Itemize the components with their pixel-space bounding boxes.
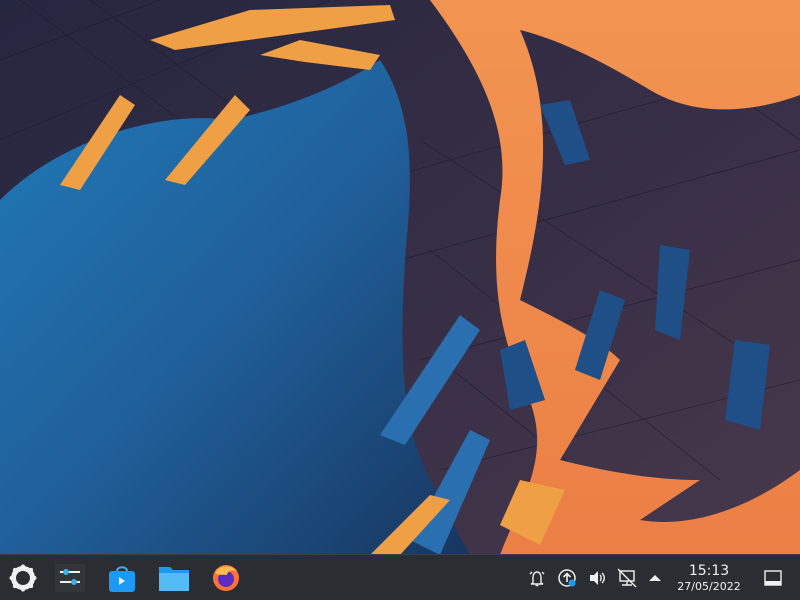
network-icon — [617, 568, 637, 588]
task-dolphin[interactable] — [154, 559, 194, 597]
system-settings-icon — [55, 564, 85, 592]
notifications-bell-icon — [529, 571, 545, 587]
digital-clock[interactable]: 15:13 27/05/2022 — [668, 559, 750, 597]
network-tray-button[interactable] — [616, 567, 638, 589]
show-desktop-button[interactable] — [760, 565, 786, 591]
dolphin-folder-icon — [159, 567, 189, 591]
volume-tray-button[interactable] — [586, 567, 608, 589]
clock-time: 15:13 — [688, 563, 730, 579]
volume-icon — [590, 571, 605, 585]
application-launcher-button[interactable] — [4, 559, 42, 597]
updates-tray-button[interactable] — [556, 567, 578, 589]
task-firefox[interactable] — [206, 559, 246, 597]
discover-store-icon — [109, 566, 135, 592]
show-desktop-icon — [764, 570, 782, 586]
task-discover[interactable] — [102, 559, 142, 597]
update-notifier-icon — [558, 569, 576, 587]
tray-expand-arrow-icon — [649, 575, 661, 581]
task-system-settings[interactable] — [50, 559, 90, 597]
tray-expand-button[interactable] — [646, 569, 664, 587]
clock-date: 27/05/2022 — [677, 580, 741, 593]
bottom-panel: 15:13 27/05/2022 — [0, 554, 800, 600]
desktop[interactable]: 15:13 27/05/2022 — [0, 0, 800, 600]
plasma-kickoff-icon — [9, 564, 37, 592]
firefox-icon — [213, 565, 239, 591]
wallpaper-image — [0, 0, 800, 600]
notifications-tray-button[interactable] — [526, 567, 548, 589]
